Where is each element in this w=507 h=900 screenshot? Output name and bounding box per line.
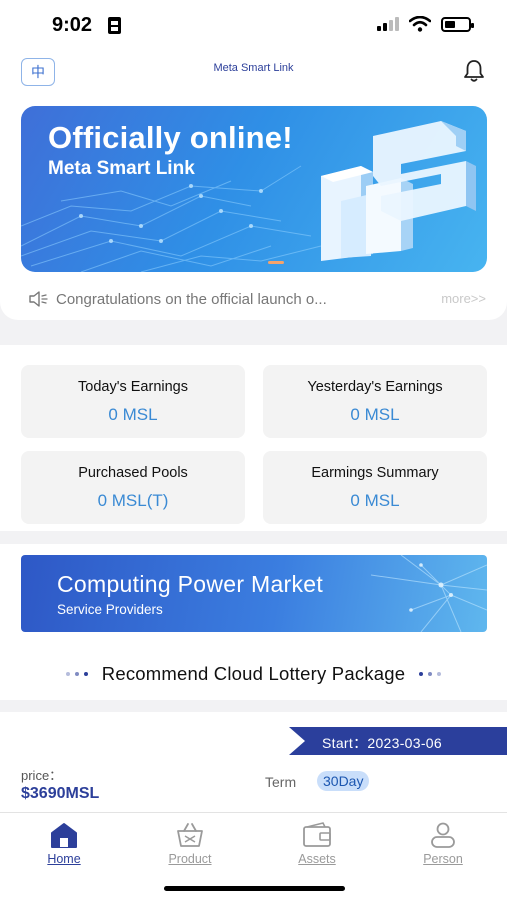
wallet-icon — [303, 822, 331, 847]
nav-item-person[interactable]: Person — [398, 821, 488, 866]
bottom-nav: Home Product Assets Person — [0, 812, 507, 900]
stat-card-earnings-summary: Earmings Summary 0 MSL — [263, 451, 487, 524]
battery-fill — [445, 20, 455, 28]
sim-card-icon — [108, 17, 121, 34]
stat-value: 0 MSL — [350, 491, 400, 510]
status-icons — [377, 16, 474, 32]
header: 中 Meta Smart Link — [0, 52, 507, 92]
person-icon — [431, 822, 455, 848]
market-subtitle: Service Providers — [57, 602, 163, 617]
app-title: Meta Smart Link — [213, 62, 294, 74]
nav-label-person: Person — [423, 852, 463, 866]
stat-value: 0 MSL — [350, 405, 400, 424]
speaker-icon — [29, 291, 48, 307]
signal-icon — [377, 17, 399, 31]
term-label: Term — [265, 774, 297, 790]
status-bar: 9:02 — [0, 0, 507, 52]
basket-icon — [177, 823, 203, 847]
market-title: Computing Power Market — [57, 571, 324, 597]
status-time: 9:02 — [52, 14, 93, 36]
stat-card-purchased-pools: Purchased Pools 0 MSL(T) — [21, 451, 245, 524]
notice-bar[interactable]: Congratulations on the official launch o… — [28, 288, 488, 310]
hero-banner[interactable]: Officially online! Meta Smart Link — [21, 106, 487, 272]
nav-item-product[interactable]: Product — [145, 821, 235, 866]
banner-title: Officially online! — [48, 120, 293, 155]
notice-text: Congratulations on the official launch o… — [56, 290, 327, 308]
price-label: price： — [21, 768, 63, 783]
stat-card-today: Today's Earnings 0 MSL — [21, 365, 245, 438]
notice-more-link[interactable]: more>> — [441, 291, 486, 306]
stat-label: Purchased Pools — [78, 465, 188, 481]
stat-value: 0 MSL(T) — [97, 491, 169, 510]
wifi-icon — [409, 16, 431, 32]
nav-label-product: Product — [168, 852, 212, 866]
start-date-text: Start：2023-03-06 — [322, 735, 442, 751]
bell-icon[interactable] — [461, 58, 487, 84]
home-indicator — [164, 886, 345, 891]
stat-label: Yesterday's Earnings — [307, 379, 443, 395]
section-title: Recommend Cloud Lottery Package — [101, 663, 406, 684]
home-icon — [51, 823, 77, 848]
carousel-indicator — [268, 261, 284, 264]
stat-value: 0 MSL — [108, 405, 158, 424]
nav-label-home: Home — [47, 852, 81, 866]
stat-label: Earmings Summary — [311, 465, 439, 481]
nav-label-assets: Assets — [298, 852, 336, 866]
market-section: Computing Power Market Service Providers… — [0, 544, 507, 700]
earnings-stats: Today's Earnings 0 MSL Yesterday's Earni… — [0, 345, 507, 531]
stat-label: Today's Earnings — [78, 379, 188, 395]
term-badge: 30Day — [317, 771, 370, 791]
decorative-dots-left — [65, 672, 88, 676]
nav-item-home[interactable]: Home — [19, 821, 109, 866]
section-heading: Recommend Cloud Lottery Package — [0, 662, 507, 686]
top-card: Officially online! Meta Smart Link Congr… — [0, 92, 507, 320]
computing-power-market-banner[interactable]: Computing Power Market Service Providers — [21, 555, 487, 632]
logo-m-graphic — [321, 121, 476, 261]
package-card[interactable]: Start：2023-03-06 price： $3690MSL Term 30… — [0, 712, 507, 812]
stat-card-yesterday: Yesterday's Earnings 0 MSL — [263, 365, 487, 438]
nav-item-assets[interactable]: Assets — [272, 821, 362, 866]
battery-icon — [441, 16, 474, 32]
banner-subtitle: Meta Smart Link — [48, 158, 195, 179]
start-date-ribbon: Start：2023-03-06 — [289, 727, 507, 755]
decorative-dots-right — [419, 672, 442, 676]
price-value: $3690MSL — [21, 785, 100, 802]
